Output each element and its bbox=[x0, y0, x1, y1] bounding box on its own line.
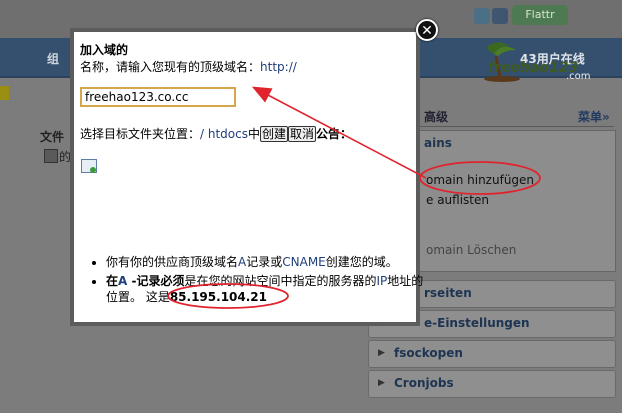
annotation-circle-ip bbox=[167, 283, 289, 309]
annotation-arrow bbox=[251, 86, 427, 179]
annotation-overlay bbox=[167, 86, 541, 309]
annotation-circle-add-domain bbox=[419, 161, 541, 195]
